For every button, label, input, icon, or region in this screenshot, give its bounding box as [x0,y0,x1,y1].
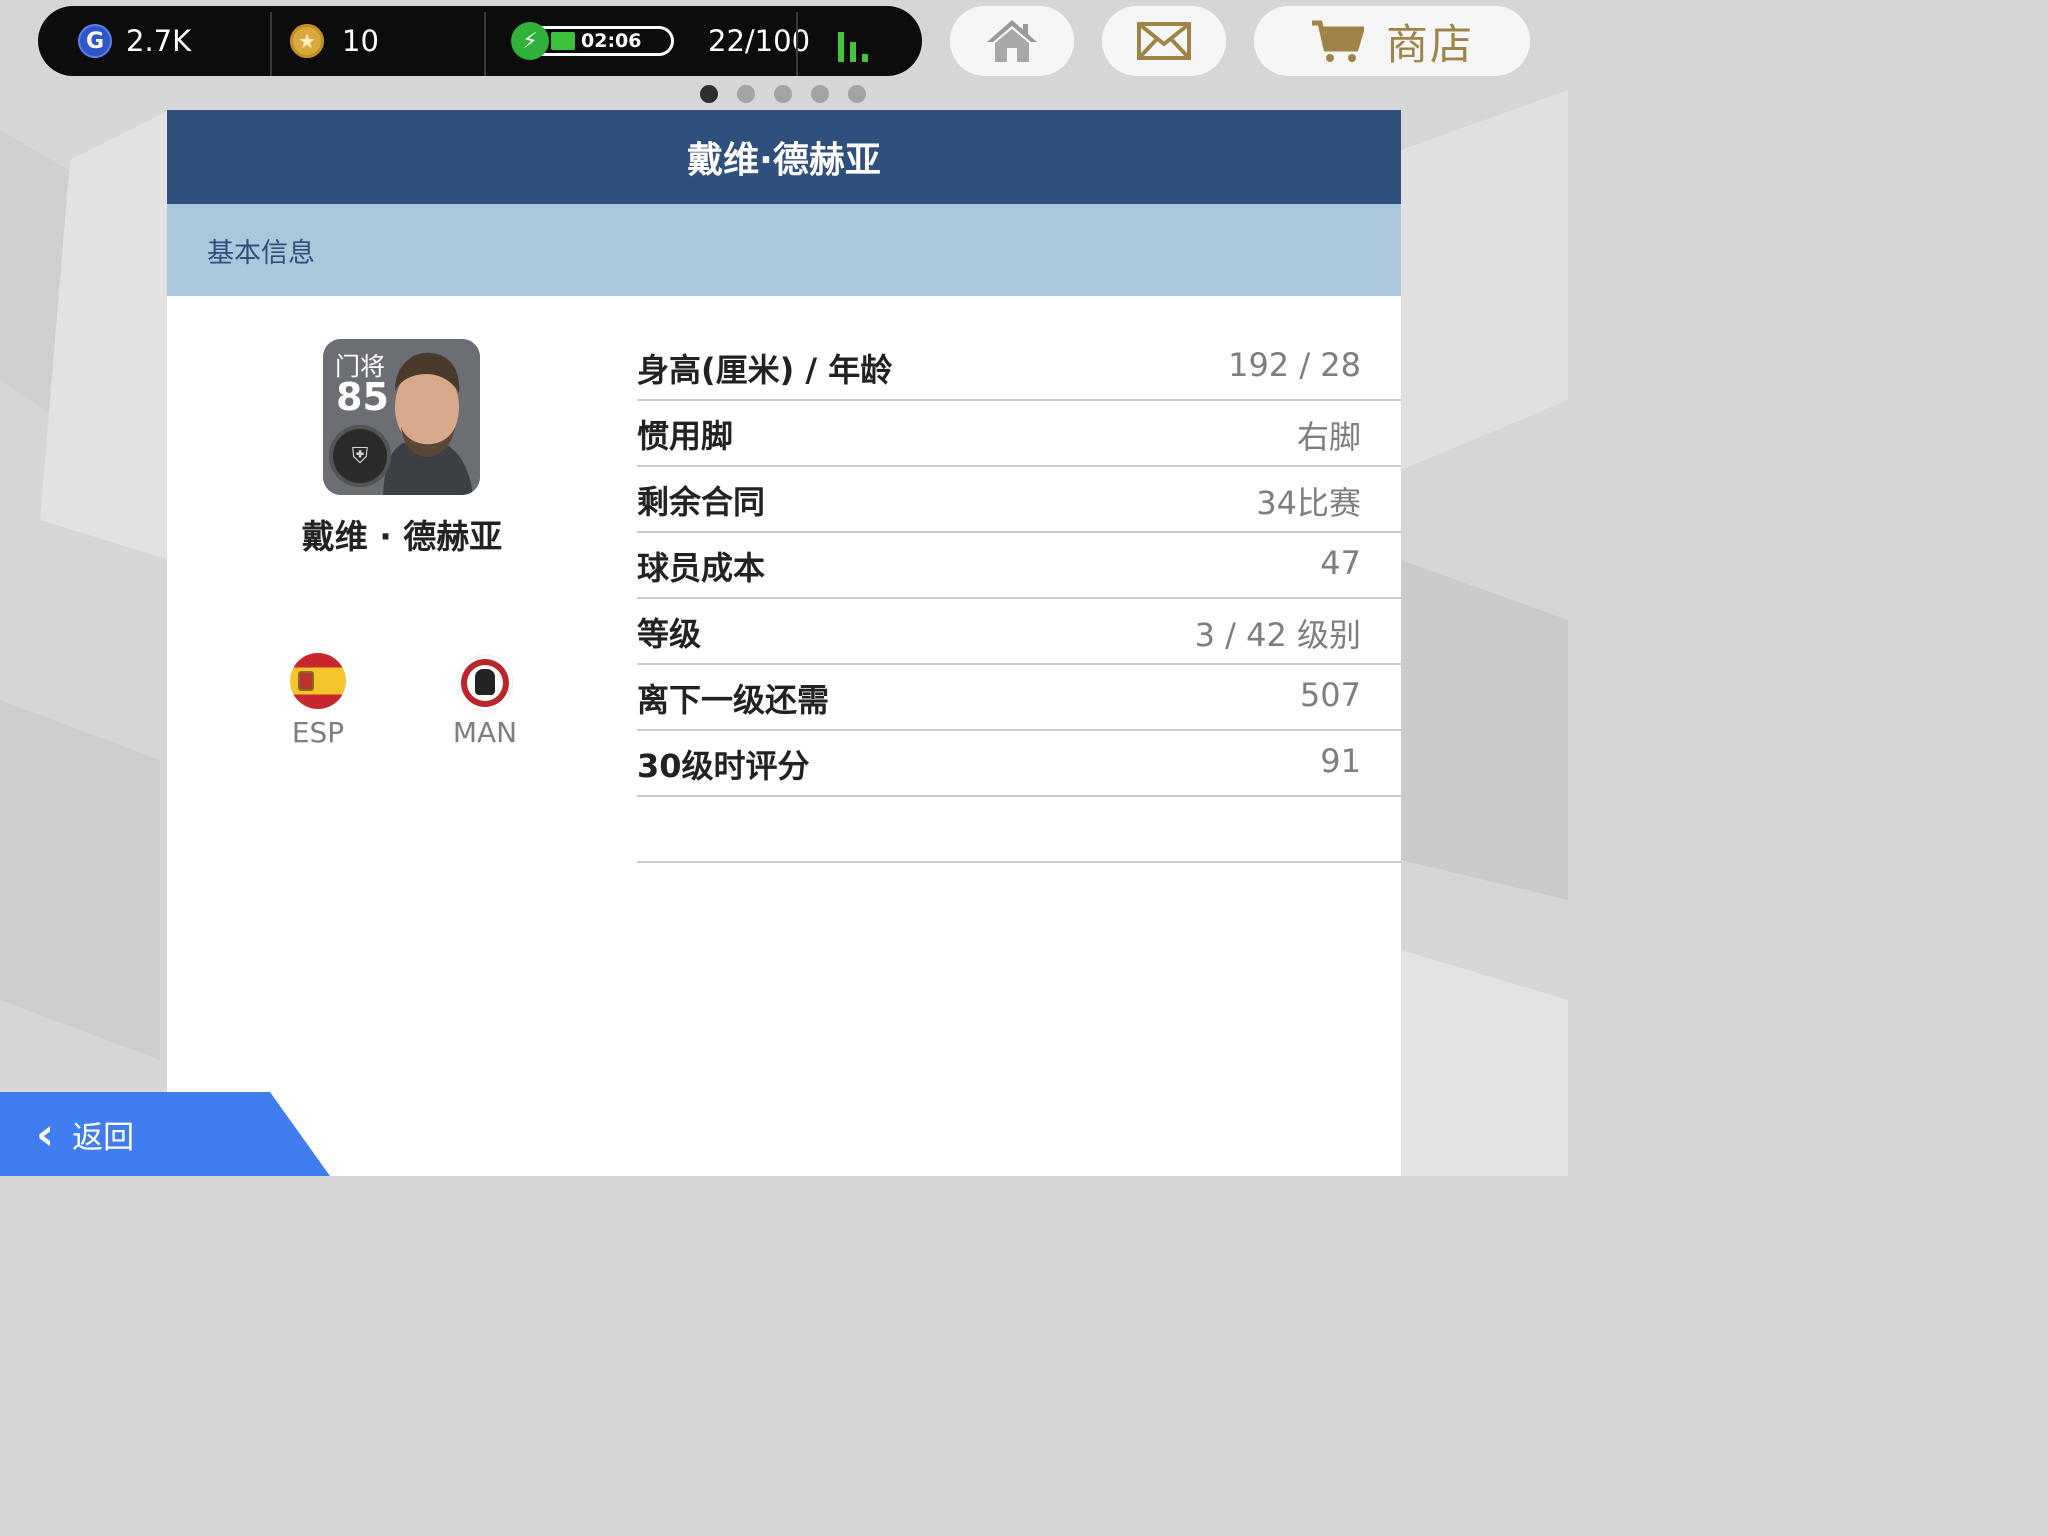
divider [484,12,486,76]
card-emblem-icon: ⛨ [329,425,391,487]
stat-value: 右脚 [1296,418,1361,456]
shopping-cart-icon [1311,20,1364,62]
stat-value: 47 [1320,544,1361,582]
mail-icon [1137,22,1191,60]
stat-row: 球员成本 47 [637,533,1401,599]
lightning-icon: ⚡ [511,22,549,60]
player-name: 戴维 · 德赫亚 [301,517,503,556]
player-card[interactable]: 门将 85 ⛨ [323,339,480,495]
coin-counter[interactable]: ★ 10 [290,6,379,76]
shop-label: 商店 [1385,19,1474,69]
stat-row-empty [637,797,1401,863]
energy-meter[interactable]: ⚡ 02:06 22/100 [504,6,810,76]
stat-label: 剩余合同 [637,483,766,521]
home-button[interactable] [950,6,1074,76]
stat-row: 离下一级还需 507 [637,665,1401,731]
stat-value: 91 [1320,742,1361,780]
status-bar: G 2.7K ★ 10 ⚡ 02:06 22/100 [38,6,922,76]
player-rating: 85 [336,375,389,419]
stat-row: 惯用脚 右脚 [637,401,1401,467]
page-dot[interactable] [811,85,829,103]
gp-counter[interactable]: G 2.7K [78,6,191,76]
coin-value: 10 [342,24,379,58]
stat-label: 30级时评分 [637,747,810,785]
shop-button[interactable]: 商店 [1254,6,1530,76]
energy-timer: 02:06 [581,30,642,52]
page-dot[interactable] [774,85,792,103]
stat-label: 离下一级还需 [637,681,830,719]
nationality-label: ESP [291,716,345,749]
stat-row: 等级 3 / 42 级别 [637,599,1401,665]
divider [270,12,272,76]
back-label: 返回 [72,1119,135,1156]
stat-row: 30级时评分 91 [637,731,1401,797]
energy-count: 22/100 [708,24,811,58]
page-title: 戴维·德赫亚 [167,110,1401,204]
stat-label: 惯用脚 [637,417,734,455]
club-crest-icon[interactable] [457,655,513,711]
section-label: 基本信息 [207,237,315,269]
page-indicator [700,85,885,103]
stat-row: 剩余合同 34比赛 [637,467,1401,533]
gp-value: 2.7K [126,24,192,58]
stat-value: 3 / 42 级别 [1194,616,1361,654]
stat-label: 等级 [637,615,702,653]
gp-coin-icon: G [78,24,112,58]
signal-strength-icon [838,32,874,62]
stat-label: 球员成本 [637,549,766,587]
gold-coin-icon: ★ [290,24,324,58]
stat-value: 507 [1299,676,1361,714]
energy-fill [551,32,575,50]
energy-bar: ⚡ 02:06 [511,22,674,60]
stat-value: 192 / 28 [1228,346,1361,384]
red-devil-icon [475,669,495,695]
page-dot[interactable] [737,85,755,103]
club-label: MAN [452,716,518,749]
home-icon [987,20,1037,62]
spain-flag-icon[interactable] [290,653,346,709]
page-dot[interactable] [700,85,718,103]
page-dot[interactable] [848,85,866,103]
stats-table: 身高(厘米) / 年龄 192 / 28 惯用脚 右脚 剩余合同 34比赛 球员… [637,335,1401,863]
chevron-left-icon: ‹ [36,1108,55,1160]
section-header: 基本信息 [167,204,1401,296]
player-info-panel: 戴维·德赫亚 基本信息 门将 85 ⛨ 戴维 · 德赫亚 ESP MAN 身高(… [167,110,1401,1176]
mail-button[interactable] [1102,6,1226,76]
stat-row: 身高(厘米) / 年龄 192 / 28 [637,335,1401,401]
divider [796,12,798,76]
stat-value: 34比赛 [1256,484,1361,522]
flag-crest [298,671,314,691]
stat-label: 身高(厘米) / 年龄 [637,351,893,389]
